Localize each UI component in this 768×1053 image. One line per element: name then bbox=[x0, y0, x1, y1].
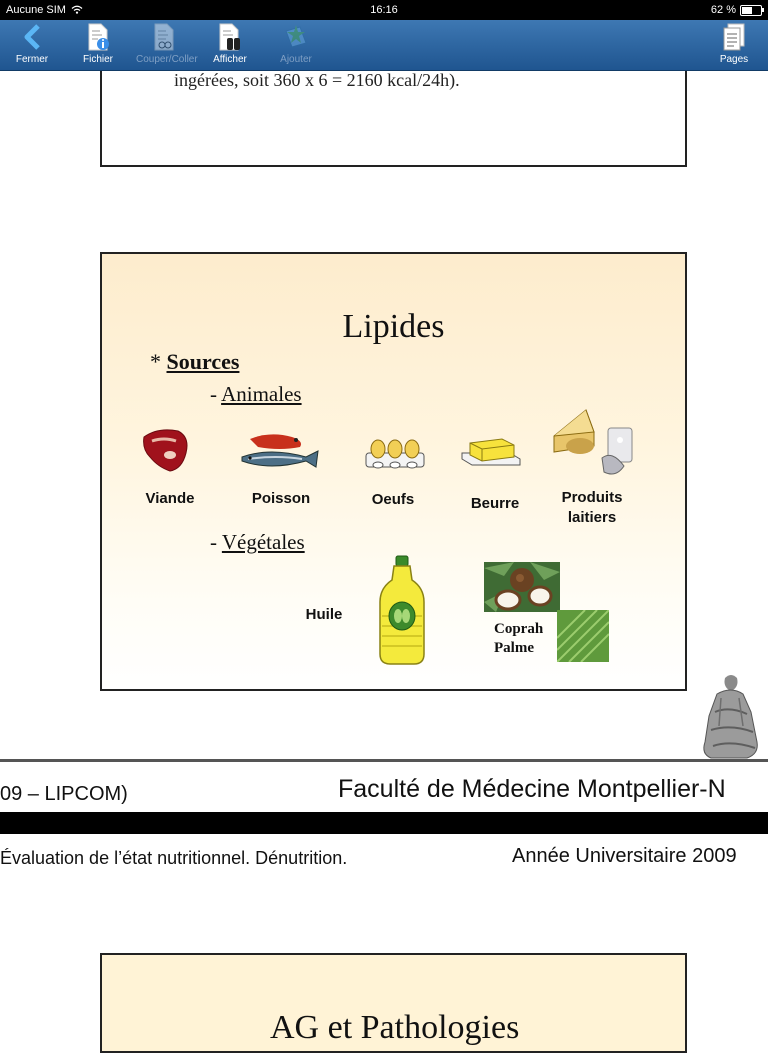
add-button[interactable]: Ajouter bbox=[268, 22, 324, 68]
footer-course-code: 09 – LIPCOM) bbox=[0, 783, 128, 805]
item-label-palme: Palme bbox=[494, 640, 534, 656]
meat-icon bbox=[143, 429, 188, 472]
file-button[interactable]: Fichier bbox=[70, 22, 126, 68]
sources-heading: * Sources bbox=[150, 349, 239, 375]
vegetal-label: Végétales bbox=[221, 530, 305, 554]
cut-paste-icon bbox=[154, 23, 174, 51]
battery-indicator: 62 % bbox=[710, 4, 764, 16]
reader-toolbar: Fermer Fichier Couper/Coller Afficher Aj… bbox=[0, 20, 768, 71]
footer-divider bbox=[0, 759, 768, 762]
bullet-asterisk: * bbox=[150, 349, 161, 374]
item-label-produits-laitiers: Produits laitiers bbox=[561, 489, 623, 526]
vegetal-subheading: - Végétales bbox=[210, 530, 305, 555]
clock: 16:16 bbox=[370, 4, 398, 16]
animal-subheading: - Animales bbox=[210, 382, 302, 407]
dash: - bbox=[210, 530, 217, 554]
battery-percent: 62 % bbox=[710, 4, 736, 16]
cut-paste-button[interactable]: Couper/Coller bbox=[136, 22, 198, 68]
footer-black-band bbox=[0, 812, 768, 834]
next-slide-title: AG et Pathologies bbox=[270, 1009, 520, 1046]
previous-slide-text: ingérées, soit 360 x 6 = 2160 kcal/24h). bbox=[174, 70, 460, 90]
slide-title: Lipides bbox=[342, 308, 445, 345]
palm-leaf-icon bbox=[557, 610, 609, 662]
dash: - bbox=[210, 382, 217, 406]
butter-icon bbox=[461, 438, 521, 466]
item-label-coprah: Coprah bbox=[494, 621, 544, 637]
item-label-huile: Huile bbox=[305, 606, 343, 623]
fish-icon bbox=[241, 434, 319, 468]
next-slide: AG et Pathologies bbox=[100, 953, 687, 1053]
faculty-statue-logo bbox=[703, 675, 758, 759]
pages-button[interactable]: Pages bbox=[706, 22, 762, 68]
binoculars-document-icon bbox=[219, 23, 240, 51]
add-bookmark-icon bbox=[285, 25, 307, 48]
slide-lipides: Lipides * Sources - Animales Viande Pois… bbox=[100, 252, 687, 691]
file-info-icon bbox=[88, 23, 109, 51]
show-button[interactable]: Afficher bbox=[202, 22, 258, 68]
sources-label: Sources bbox=[166, 349, 240, 374]
status-bar: Aucune SIM 16:16 62 % bbox=[0, 0, 768, 20]
pages-icon bbox=[723, 23, 745, 51]
item-label-oeufs: Oeufs bbox=[371, 491, 415, 508]
item-label-viande: Viande bbox=[145, 490, 195, 507]
coconut-icon bbox=[484, 562, 560, 612]
oil-bottle-icon bbox=[379, 555, 425, 665]
footer-course-title: Évaluation de l’état nutritionnel. Dénut… bbox=[0, 848, 348, 868]
back-chevron-icon bbox=[24, 24, 40, 50]
pdf-document: ingérées, soit 360 x 6 = 2160 kcal/24h).… bbox=[0, 0, 768, 1053]
item-label-poisson: Poisson bbox=[251, 490, 311, 507]
battery-icon bbox=[740, 4, 764, 16]
close-button[interactable]: Fermer bbox=[4, 22, 60, 68]
eggs-icon bbox=[365, 439, 425, 469]
footer-faculty: Faculté de Médecine Montpellier-N bbox=[338, 775, 726, 803]
footer-academic-year: Année Universitaire 2009 bbox=[512, 845, 737, 867]
item-label-beurre: Beurre bbox=[470, 495, 520, 512]
cheese-icon bbox=[553, 409, 633, 475]
animal-label: Animales bbox=[221, 382, 302, 406]
